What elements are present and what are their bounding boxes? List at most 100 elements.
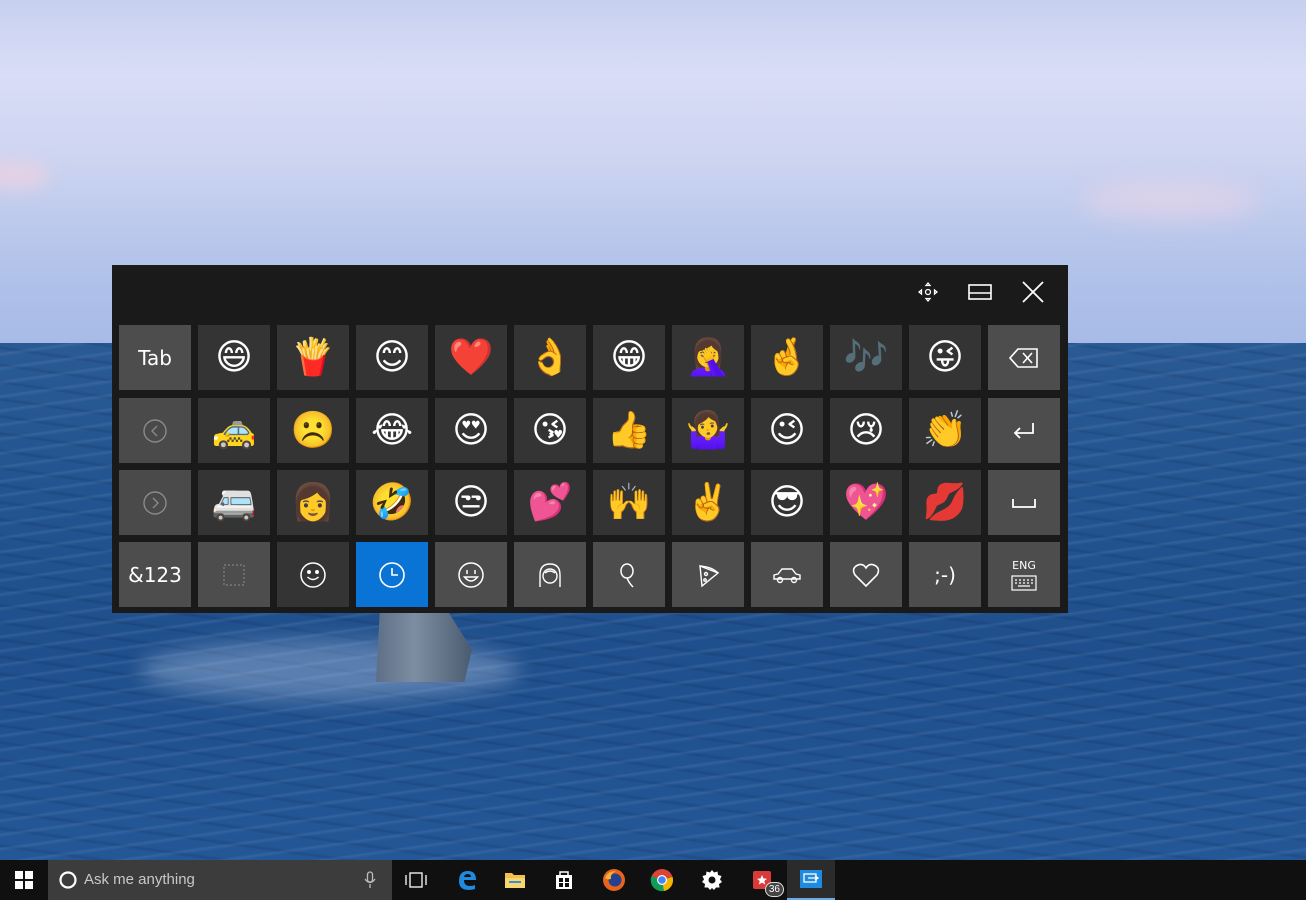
- settings-button[interactable]: [688, 860, 736, 900]
- emoji-key[interactable]: 👍: [593, 398, 665, 463]
- emoji-glyph: 👌: [527, 336, 573, 378]
- emoji-glyph: 👏: [922, 409, 968, 451]
- emoji-key[interactable]: ✌️: [672, 470, 744, 535]
- emoji-key[interactable]: 😍: [435, 398, 507, 463]
- chevron-right-circle-icon: [143, 490, 167, 515]
- emoji-key[interactable]: 🍟: [277, 325, 349, 390]
- start-button[interactable]: [0, 860, 48, 900]
- emoji-glyph: 😜: [926, 336, 964, 378]
- emoji-key[interactable]: 👩: [277, 470, 349, 535]
- next-page-key[interactable]: [119, 470, 191, 535]
- emoji-glyph: 😘: [531, 409, 569, 451]
- emoticon-key-label: ;-): [934, 562, 956, 587]
- emoji-key[interactable]: 🚐: [198, 470, 270, 535]
- firefox-button[interactable]: [590, 860, 638, 900]
- emoji-glyph: 😊: [373, 336, 411, 378]
- emoji-glyph: 🙌: [606, 481, 652, 523]
- emoji-glyph: 😄: [215, 336, 253, 378]
- close-icon[interactable]: [1015, 275, 1051, 309]
- settings-icon: [702, 870, 722, 890]
- firefox-icon: [603, 869, 625, 891]
- taskbar: Ask me anything 36: [0, 860, 1306, 900]
- enter-icon: [1013, 422, 1034, 439]
- tab-key[interactable]: Tab: [119, 325, 191, 390]
- emoji-key[interactable]: 😢: [830, 398, 902, 463]
- emoji-key[interactable]: 🤷‍♀️: [672, 398, 744, 463]
- remote-desktop-icon: [800, 870, 822, 888]
- emoji-glyph: 🚐: [211, 481, 257, 523]
- category-people[interactable]: [514, 542, 586, 607]
- task-view-button[interactable]: [392, 860, 440, 900]
- remote-desktop-button[interactable]: [787, 860, 835, 900]
- category-food[interactable]: [672, 542, 744, 607]
- emoji-key[interactable]: 😄: [198, 325, 270, 390]
- todo-app-button[interactable]: 36: [738, 860, 786, 900]
- emoji-key[interactable]: 😂: [356, 398, 428, 463]
- symbols-key[interactable]: &123: [119, 542, 191, 607]
- file-explorer-button[interactable]: [491, 860, 539, 900]
- emoji-key[interactable]: ☹️: [277, 398, 349, 463]
- emoji-key[interactable]: 🤞: [751, 325, 823, 390]
- emoji-key[interactable]: 🤦‍♀️: [672, 325, 744, 390]
- emoji-glyph: ☹️: [290, 409, 336, 451]
- emoji-glyph: 😒: [452, 481, 490, 523]
- category-symbols[interactable]: [830, 542, 902, 607]
- emoji-glyph: 🤞: [764, 336, 810, 378]
- enter-key[interactable]: [988, 398, 1060, 463]
- dock-icon[interactable]: [962, 275, 998, 309]
- space-icon: [1012, 498, 1036, 508]
- emoji-key[interactable]: 💋: [909, 470, 981, 535]
- heart-outline-icon: [852, 563, 880, 587]
- microphone-icon[interactable]: [364, 871, 376, 889]
- emoji-key[interactable]: 😊: [356, 325, 428, 390]
- language-label: ENG: [1012, 558, 1036, 572]
- category-stamp[interactable]: [198, 542, 270, 607]
- emoji-glyph: 🤦‍♀️: [685, 336, 731, 378]
- backspace-key[interactable]: [988, 325, 1060, 390]
- emoji-key[interactable]: 🙌: [593, 470, 665, 535]
- emoji-key[interactable]: 😘: [514, 398, 586, 463]
- emoji-glyph: ❤️: [448, 336, 494, 378]
- emoji-key[interactable]: 🚕: [198, 398, 270, 463]
- cloud: [1080, 180, 1260, 220]
- emoji-key[interactable]: 😎: [751, 470, 823, 535]
- emoji-glyph: 👍: [606, 409, 652, 451]
- category-travel[interactable]: [751, 542, 823, 607]
- emoji-key[interactable]: 😜: [909, 325, 981, 390]
- search-placeholder: Ask me anything: [84, 871, 195, 888]
- category-celebration[interactable]: [593, 542, 665, 607]
- keyboard-icon: [1011, 574, 1037, 591]
- emoji-glyph: 🍟: [290, 336, 336, 378]
- emoji-key[interactable]: ❤️: [435, 325, 507, 390]
- store-button[interactable]: [540, 860, 588, 900]
- space-key[interactable]: [988, 470, 1060, 535]
- emoji-key[interactable]: 👌: [514, 325, 586, 390]
- chrome-button[interactable]: [638, 860, 686, 900]
- emoji-key[interactable]: 😁: [593, 325, 665, 390]
- emoji-key[interactable]: 😉: [751, 398, 823, 463]
- chrome-icon: [650, 869, 673, 892]
- emoji-key[interactable]: 👏: [909, 398, 981, 463]
- category-recent[interactable]: [356, 542, 428, 607]
- prev-page-key[interactable]: [119, 398, 191, 463]
- emoticon-key[interactable]: ;-): [909, 542, 981, 607]
- emoji-key[interactable]: 🎶: [830, 325, 902, 390]
- search-box[interactable]: Ask me anything: [48, 860, 392, 900]
- emoji-key[interactable]: 💕: [514, 470, 586, 535]
- category-faces[interactable]: [435, 542, 507, 607]
- emoji-key[interactable]: 😒: [435, 470, 507, 535]
- emoji-glyph: 😢: [847, 409, 885, 451]
- stamp-icon: [223, 563, 245, 586]
- edge-icon: [459, 871, 476, 890]
- emoji-key[interactable]: 🤣: [356, 470, 428, 535]
- emoji-glyph: 🤣: [369, 481, 415, 523]
- language-key[interactable]: ENG: [988, 542, 1060, 607]
- move-icon[interactable]: [910, 275, 946, 309]
- emoji-key[interactable]: 💖: [830, 470, 902, 535]
- notification-badge: 36: [764, 882, 784, 897]
- edge-button[interactable]: [443, 860, 491, 900]
- touch-keyboard: Tab &123 😄 🍟 😊 ❤️ 👌 😁 🤦‍♀️ 🤞 🎶 😜 🚕 ☹️ 😂 😍 😘 👍 🤷‍♀️ 😉 😢 👏 🚐 👩 🤣…: [112, 265, 1068, 613]
- emoji-glyph: 🚕: [211, 409, 257, 451]
- category-smiley[interactable]: [277, 542, 349, 607]
- emoji-glyph: 💕: [527, 481, 573, 523]
